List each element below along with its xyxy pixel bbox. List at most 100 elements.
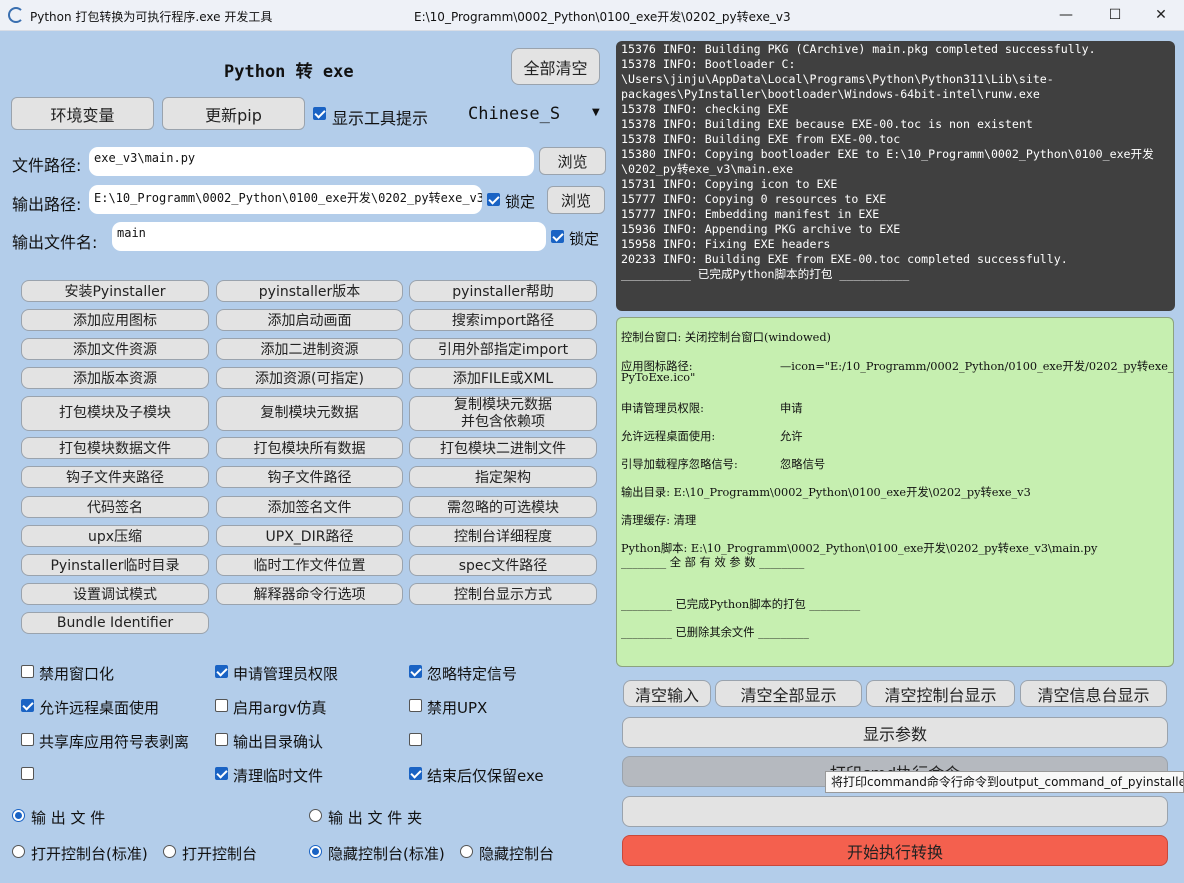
option-checkbox[interactable] xyxy=(215,699,228,712)
option-button[interactable]: 添加文件资源 xyxy=(21,338,209,360)
env-vars-button[interactable]: 环境变量 xyxy=(11,97,154,130)
empty-action-button[interactable] xyxy=(622,796,1168,827)
clear-all-button[interactable]: 全部清空 xyxy=(511,48,600,85)
option-button[interactable]: 添加签名文件 xyxy=(216,496,403,518)
option-button[interactable]: 添加二进制资源 xyxy=(216,338,403,360)
option-button[interactable]: 复制模块元数据 并包含依赖项 xyxy=(409,396,597,431)
option-checkbox-label: 申请管理员权限 xyxy=(233,665,339,683)
option-checkbox[interactable] xyxy=(215,733,228,746)
option-button[interactable]: 钩子文件路径 xyxy=(216,466,403,488)
option-checkbox[interactable] xyxy=(21,699,34,712)
output-file-radio[interactable] xyxy=(12,809,25,822)
dropdown-arrow-icon[interactable]: ▼ xyxy=(592,107,600,118)
option-button[interactable]: 解释器命令行选项 xyxy=(216,583,403,605)
option-button[interactable]: 钩子文件夹路径 xyxy=(21,466,209,488)
open-console-radio[interactable] xyxy=(163,845,176,858)
option-button[interactable]: 安装Pyinstaller xyxy=(21,280,209,302)
output-lock-label: 锁定 xyxy=(505,193,536,211)
option-button[interactable]: 添加启动画面 xyxy=(216,309,403,331)
console-line: 15378 INFO: Building EXE because EXE-00.… xyxy=(621,117,1033,131)
browse-output-button[interactable]: 浏览 xyxy=(547,186,605,214)
clear-info-display-button[interactable]: 清空信息台显示 xyxy=(1020,680,1167,707)
console-line: packages\PyInstaller\bootloader\Windows-… xyxy=(621,87,1040,101)
output-folder-radio[interactable] xyxy=(309,809,322,822)
option-checkbox[interactable] xyxy=(215,767,228,780)
window-path: E:\10_Programm\0002_Python\0100_exe开发\02… xyxy=(414,10,791,24)
option-button[interactable]: 添加FILE或XML xyxy=(409,367,597,389)
option-button[interactable]: 控制台显示方式 xyxy=(409,583,597,605)
option-button[interactable]: UPX_DIR路径 xyxy=(216,525,403,547)
option-checkbox-label: 清理临时文件 xyxy=(233,767,324,785)
file-path-input[interactable]: exe_v3\main.py xyxy=(89,147,534,176)
console-output[interactable]: 15376 INFO: Building PKG (CArchive) main… xyxy=(616,41,1175,311)
update-pip-button[interactable]: 更新pip xyxy=(162,97,305,130)
output-lock-checkbox[interactable] xyxy=(487,193,500,206)
option-button[interactable]: 复制模块元数据 xyxy=(216,396,403,431)
option-button[interactable]: Pyinstaller临时目录 xyxy=(21,554,209,576)
hide-console-std-radio[interactable] xyxy=(309,845,322,858)
console-line: 15958 INFO: Fixing EXE headers xyxy=(621,237,831,251)
open-console-std-radio[interactable] xyxy=(12,845,25,858)
maximize-icon[interactable]: ☐ xyxy=(1095,4,1135,26)
info-panel[interactable]: 控制台窗口: 关闭控制台窗口(windowed) 应用图标路径: —icon="… xyxy=(616,317,1174,667)
option-checkbox[interactable] xyxy=(21,665,34,678)
info-console-window: 控制台窗口: 关闭控制台窗口(windowed) xyxy=(621,331,831,344)
clear-console-display-button[interactable]: 清空控制台显示 xyxy=(866,680,1015,707)
option-button[interactable]: pyinstaller帮助 xyxy=(409,280,597,302)
browse-file-button[interactable]: 浏览 xyxy=(539,147,606,175)
console-line: 20233 INFO: Building EXE from EXE-00.toc… xyxy=(621,252,1068,266)
info-done: _________ 已完成Python脚本的打包 _________ xyxy=(621,598,861,611)
console-line: 15380 INFO: Copying bootloader EXE to E:… xyxy=(621,147,1154,161)
option-checkbox[interactable] xyxy=(409,665,422,678)
option-button[interactable]: 打包模块所有数据 xyxy=(216,437,403,459)
option-button[interactable]: 临时工作文件位置 xyxy=(216,554,403,576)
option-checkbox-label: 禁用窗口化 xyxy=(39,665,115,683)
start-convert-button[interactable]: 开始执行转换 xyxy=(622,835,1168,866)
option-button[interactable]: 打包模块二进制文件 xyxy=(409,437,597,459)
minimize-icon[interactable]: — xyxy=(1046,4,1086,26)
window-title: Python 打包转换为可执行程序.exe 开发工具 xyxy=(30,10,273,24)
show-tooltip-checkbox[interactable] xyxy=(313,107,326,120)
option-checkbox[interactable] xyxy=(409,699,422,712)
output-folder-label: 输 出 文 件 夹 xyxy=(328,809,423,827)
console-line: 15731 INFO: Copying icon to EXE xyxy=(621,177,838,191)
option-button[interactable]: 添加资源(可指定) xyxy=(216,367,403,389)
page-title: Python 转 exe xyxy=(224,62,354,82)
option-button[interactable]: 添加应用图标 xyxy=(21,309,209,331)
language-select[interactable]: Chinese_S xyxy=(468,104,560,124)
option-button[interactable]: spec文件路径 xyxy=(409,554,597,576)
option-checkbox[interactable] xyxy=(21,733,34,746)
clear-all-display-button[interactable]: 清空全部显示 xyxy=(715,680,862,707)
option-button[interactable]: 添加版本资源 xyxy=(21,367,209,389)
output-name-lock-checkbox[interactable] xyxy=(551,230,564,243)
option-button[interactable]: 打包模块数据文件 xyxy=(21,437,209,459)
option-button[interactable]: 代码签名 xyxy=(21,496,209,518)
option-button[interactable]: 打包模块及子模块 xyxy=(21,396,209,431)
option-button[interactable]: 需忽略的可选模块 xyxy=(409,496,597,518)
option-button[interactable]: 控制台详细程度 xyxy=(409,525,597,547)
show-params-button[interactable]: 显示参数 xyxy=(622,717,1168,748)
option-checkbox[interactable] xyxy=(21,767,34,780)
hide-console-label: 隐藏控制台 xyxy=(479,845,555,863)
option-button[interactable]: Bundle Identifier xyxy=(21,612,209,634)
option-button[interactable]: 引用外部指定import xyxy=(409,338,597,360)
clear-input-button[interactable]: 清空输入 xyxy=(623,680,711,707)
info-admin-label: 申请管理员权限: xyxy=(621,402,704,415)
close-icon[interactable]: ✕ xyxy=(1141,4,1181,26)
option-button[interactable]: 搜索import路径 xyxy=(409,309,597,331)
option-button[interactable]: 指定架构 xyxy=(409,466,597,488)
output-path-input[interactable]: E:\10_Programm\0002_Python\0100_exe开发\02… xyxy=(89,185,482,214)
hide-console-radio[interactable] xyxy=(460,845,473,858)
option-button[interactable]: 设置调试模式 xyxy=(21,583,209,605)
file-path-label: 文件路径: xyxy=(12,156,82,175)
option-checkbox[interactable] xyxy=(409,733,422,746)
option-checkbox[interactable] xyxy=(215,665,228,678)
info-deleted: _________ 已删除其余文件 _________ xyxy=(621,626,809,639)
option-button[interactable]: upx压缩 xyxy=(21,525,209,547)
option-button[interactable]: pyinstaller版本 xyxy=(216,280,403,302)
output-name-input[interactable]: main xyxy=(112,222,546,251)
option-checkbox[interactable] xyxy=(409,767,422,780)
console-line: \0202_py转exe_v3\main.exe xyxy=(621,162,794,176)
option-checkbox-label: 忽略特定信号 xyxy=(427,665,518,683)
option-button-line: 并包含依赖项 xyxy=(461,413,545,430)
